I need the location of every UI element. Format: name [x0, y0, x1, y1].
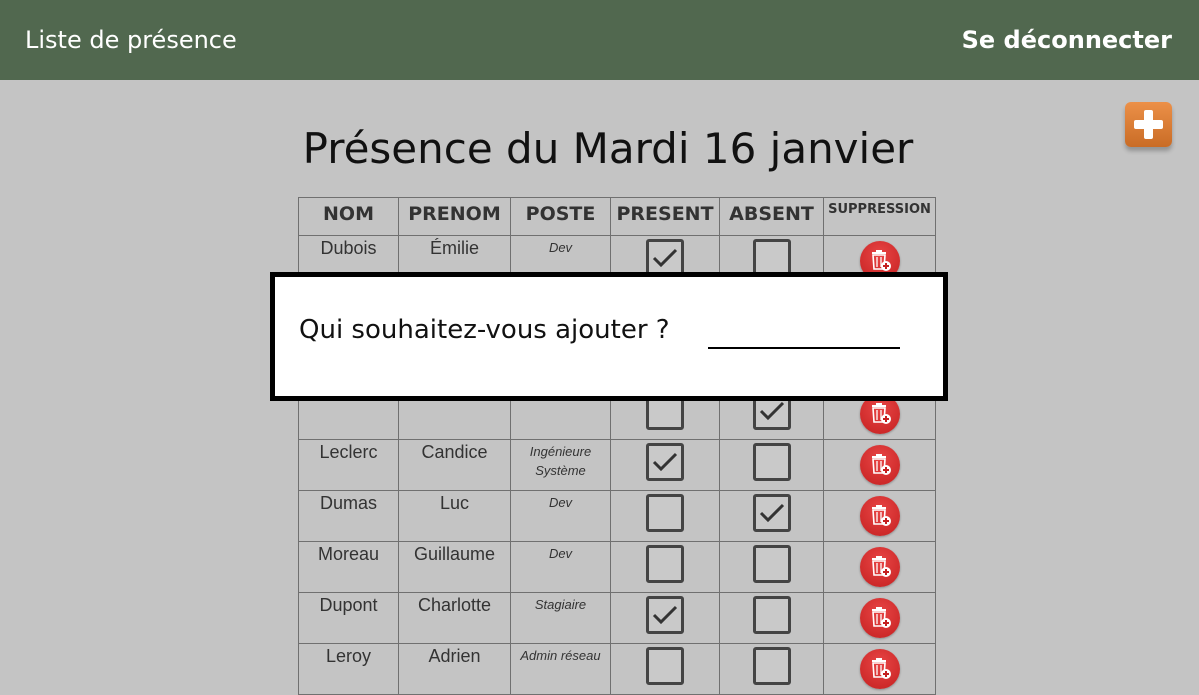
- page-title: Présence du Mardi 16 janvier: [302, 124, 914, 173]
- table-row: Dumas Luc Dev: [298, 490, 936, 542]
- dialog-prompt: Qui souhaitez-vous ajouter ?: [299, 315, 670, 345]
- cell-absent: [719, 490, 824, 542]
- cell-suppression: [823, 592, 936, 644]
- cell-present: [610, 490, 720, 542]
- cell-poste: Admin réseau: [510, 643, 611, 695]
- cell-suppression: [823, 439, 936, 491]
- cell-absent: [719, 643, 824, 695]
- logout-link[interactable]: Se déconnecter: [962, 26, 1172, 54]
- cell-prenom: Charlotte: [398, 592, 511, 644]
- present-checkbox[interactable]: [646, 443, 684, 481]
- present-checkbox[interactable]: [646, 494, 684, 532]
- cell-absent: [719, 592, 824, 644]
- cell-present: [610, 643, 720, 695]
- cell-prenom: Adrien: [398, 643, 511, 695]
- cell-prenom: Candice: [398, 439, 511, 491]
- absent-checkbox[interactable]: [752, 545, 791, 583]
- cell-poste: Dev: [510, 490, 611, 542]
- cell-poste: Ingénieure Système: [510, 439, 611, 491]
- cell-prenom: Luc: [398, 490, 511, 542]
- cell-present: [610, 541, 720, 593]
- absent-checkbox[interactable]: [752, 647, 791, 685]
- cell-nom: Leroy: [298, 643, 399, 695]
- delete-button[interactable]: [859, 649, 900, 689]
- person-name-input[interactable]: [708, 321, 900, 349]
- table-row: Leclerc Candice Ingénieure Système: [298, 439, 936, 491]
- column-header-poste: POSTE: [510, 197, 611, 236]
- present-checkbox[interactable]: [646, 596, 684, 634]
- present-checkbox[interactable]: [646, 545, 684, 583]
- table-row: Moreau Guillaume Dev: [298, 541, 936, 593]
- cell-nom: Moreau: [298, 541, 399, 593]
- column-header-suppression: SUPPRESSION: [823, 197, 936, 236]
- delete-button[interactable]: [859, 496, 900, 536]
- delete-button[interactable]: [859, 445, 900, 485]
- cell-nom: Dupont: [298, 592, 399, 644]
- top-bar: Liste de présence Se déconnecter: [0, 0, 1199, 80]
- column-header-nom: NOM: [298, 197, 399, 236]
- cell-prenom: Guillaume: [398, 541, 511, 593]
- column-header-prenom: PRENOM: [398, 197, 511, 236]
- absent-checkbox[interactable]: [752, 596, 791, 634]
- table-header-row: NOM PRENOM POSTE PRESENT ABSENT SUPPRESS…: [298, 197, 936, 236]
- cell-suppression: [823, 541, 936, 593]
- cell-absent: [719, 541, 824, 593]
- delete-button[interactable]: [859, 598, 900, 638]
- add-person-dialog: Qui souhaitez-vous ajouter ?: [270, 272, 948, 401]
- cell-suppression: [823, 490, 936, 542]
- table-row: Dupont Charlotte Stagiaire: [298, 592, 936, 644]
- cell-poste: Dev: [510, 541, 611, 593]
- cell-absent: [719, 439, 824, 491]
- delete-button[interactable]: [859, 547, 900, 587]
- cell-nom: Dumas: [298, 490, 399, 542]
- absent-checkbox[interactable]: [752, 494, 791, 532]
- present-checkbox[interactable]: [646, 647, 684, 685]
- cell-present: [610, 439, 720, 491]
- cell-suppression: [823, 643, 936, 695]
- table-row: Leroy Adrien Admin réseau: [298, 643, 936, 695]
- cell-nom: Leclerc: [298, 439, 399, 491]
- app-title: Liste de présence: [25, 26, 237, 54]
- cell-present: [610, 592, 720, 644]
- column-header-absent: ABSENT: [719, 197, 824, 236]
- cell-poste: Stagiaire: [510, 592, 611, 644]
- column-header-present: PRESENT: [610, 197, 720, 236]
- absent-checkbox[interactable]: [752, 443, 791, 481]
